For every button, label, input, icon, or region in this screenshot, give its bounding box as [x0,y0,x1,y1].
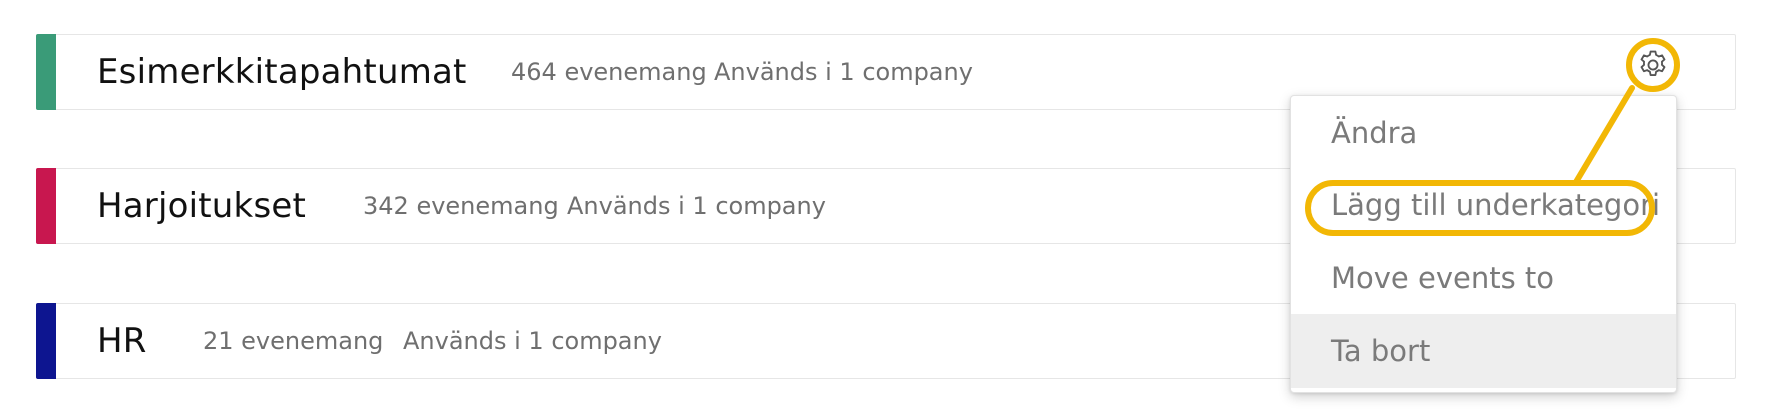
category-event-count: 21 evenemang [203,327,384,355]
category-usage: Används i 1 company [714,58,973,86]
menu-item-move-events[interactable]: Move events to [1291,241,1676,315]
category-usage: Används i 1 company [567,192,826,220]
category-color-bar [36,303,56,379]
menu-item-add-subcategory[interactable]: Lägg till underkategori [1291,168,1676,242]
category-usage: Används i 1 company [403,327,662,355]
category-name: Esimerkkitapahtumat [97,52,467,92]
category-name: Harjoitukset [97,186,307,226]
category-event-count: 342 evenemang [363,192,559,220]
category-color-bar [36,34,56,110]
settings-gear-button[interactable] [1626,38,1680,92]
menu-item-edit[interactable]: Ändra [1291,96,1676,170]
category-list-page: Esimerkkitapahtumat 464 evenemang Använd… [0,0,1768,416]
gear-icon [1636,48,1670,82]
settings-dropdown-menu: Ändra Lägg till underkategori Move event… [1290,95,1677,393]
category-name: HR [97,321,147,361]
category-event-count: 464 evenemang [511,58,707,86]
menu-item-delete[interactable]: Ta bort [1291,314,1676,388]
category-color-bar [36,168,56,244]
